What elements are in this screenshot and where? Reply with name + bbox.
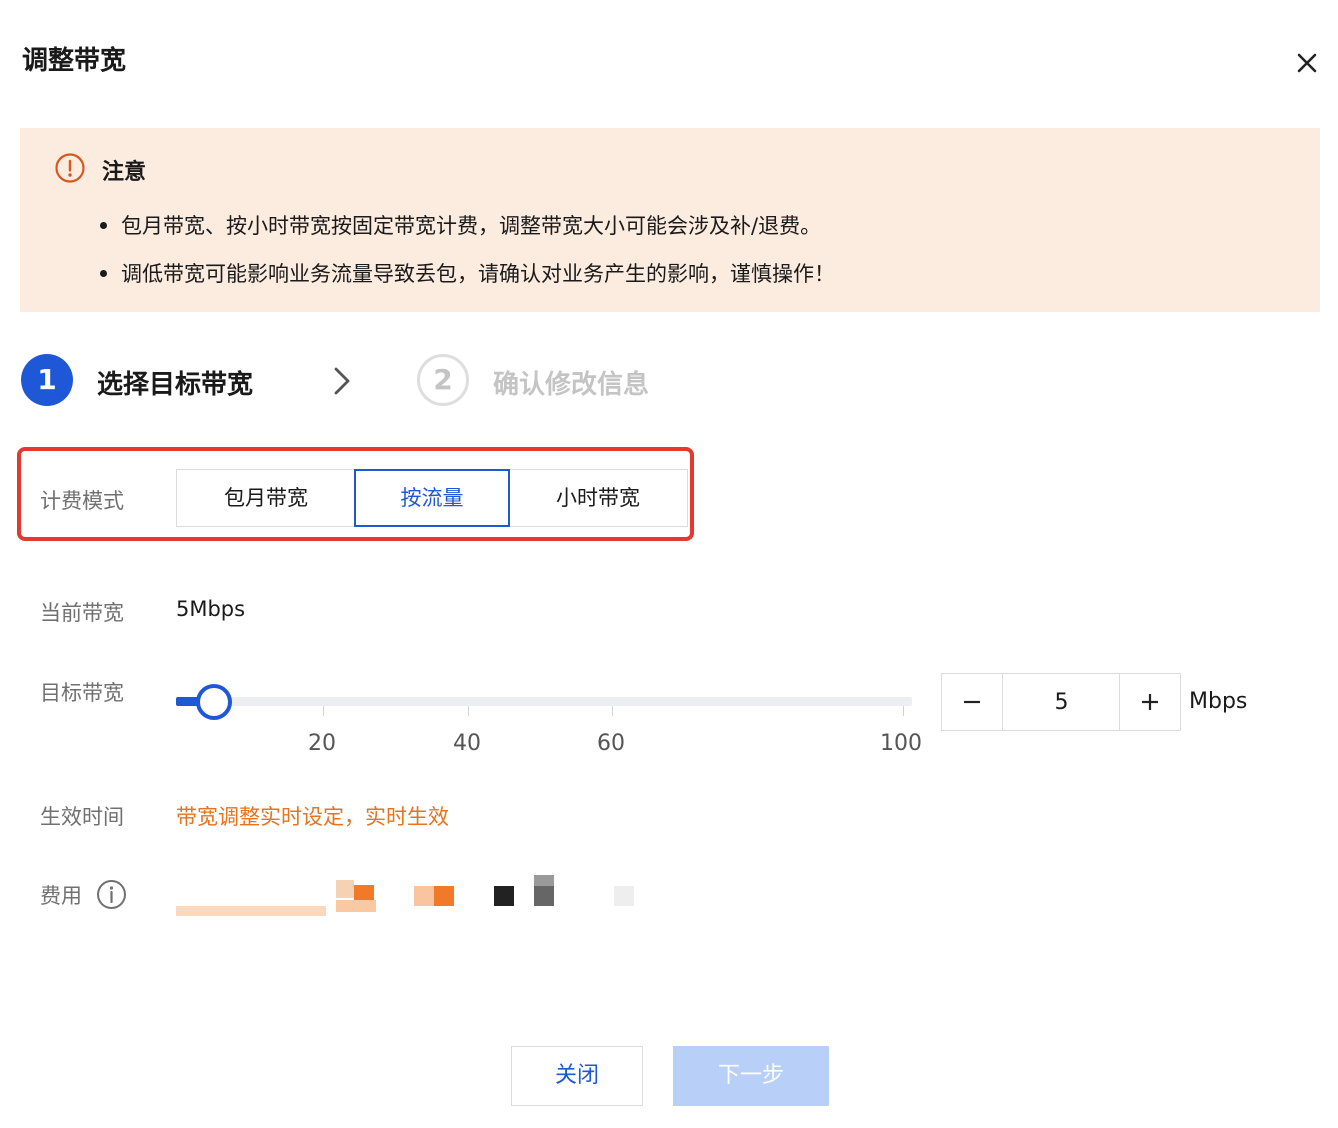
fee-value-redacted xyxy=(176,870,656,930)
dialog-title: 调整带宽 xyxy=(22,46,127,76)
close-icon[interactable] xyxy=(1290,46,1324,80)
billing-option-hourly[interactable]: 小时带宽 xyxy=(508,469,688,527)
billing-mode-label: 计费模式 xyxy=(40,489,124,513)
effective-time-label: 生效时间 xyxy=(40,805,124,829)
notice-item: 包月带宽、按小时带宽按固定带宽计费，调整带宽大小可能会涉及补/退费。 xyxy=(100,210,821,240)
slider-tick xyxy=(903,706,904,716)
slider-tick-label: 60 xyxy=(597,731,625,756)
next-step-button[interactable]: 下一步 xyxy=(673,1046,829,1106)
fee-label: 费用 xyxy=(40,884,82,908)
bandwidth-slider-thumb[interactable] xyxy=(196,684,232,720)
notice-title: 注意 xyxy=(102,160,147,185)
plus-icon xyxy=(1120,692,1180,712)
step-2-label: 确认修改信息 xyxy=(493,370,650,400)
slider-tick-label: 40 xyxy=(453,731,481,756)
bandwidth-value-input[interactable] xyxy=(1003,674,1120,730)
bandwidth-slider-track[interactable] xyxy=(176,697,912,706)
current-bandwidth-value: 5Mbps xyxy=(176,597,246,621)
chevron-right-icon xyxy=(330,366,354,400)
billing-option-traffic[interactable]: 按流量 xyxy=(354,469,510,527)
step-1-indicator: 1 xyxy=(21,354,73,406)
warning-circle-icon xyxy=(54,152,86,188)
notice-banner: 注意 包月带宽、按小时带宽按固定带宽计费，调整带宽大小可能会涉及补/退费。 调低… xyxy=(20,128,1320,312)
current-bandwidth-label: 当前带宽 xyxy=(40,601,124,625)
step-1-label: 选择目标带宽 xyxy=(97,370,254,400)
minus-icon xyxy=(942,692,1002,712)
billing-option-monthly[interactable]: 包月带宽 xyxy=(176,469,356,527)
target-bandwidth-label: 目标带宽 xyxy=(40,681,124,705)
bandwidth-stepper xyxy=(941,673,1181,731)
slider-tick-label: 100 xyxy=(880,731,922,756)
slider-tick xyxy=(612,706,613,716)
increment-button[interactable] xyxy=(1119,674,1180,730)
notice-item: 调低带宽可能影响业务流量导致丢包，请确认对业务产生的影响，谨慎操作！ xyxy=(100,258,835,288)
step-2-indicator: 2 xyxy=(417,354,469,406)
info-icon[interactable] xyxy=(96,879,127,914)
close-button[interactable]: 关闭 xyxy=(511,1046,643,1106)
decrement-button[interactable] xyxy=(942,674,1003,730)
bandwidth-unit: Mbps xyxy=(1189,689,1248,714)
slider-tick-label: 20 xyxy=(308,731,336,756)
effective-time-value: 带宽调整实时设定，实时生效 xyxy=(176,805,449,829)
slider-tick xyxy=(468,706,469,716)
slider-tick xyxy=(323,706,324,716)
